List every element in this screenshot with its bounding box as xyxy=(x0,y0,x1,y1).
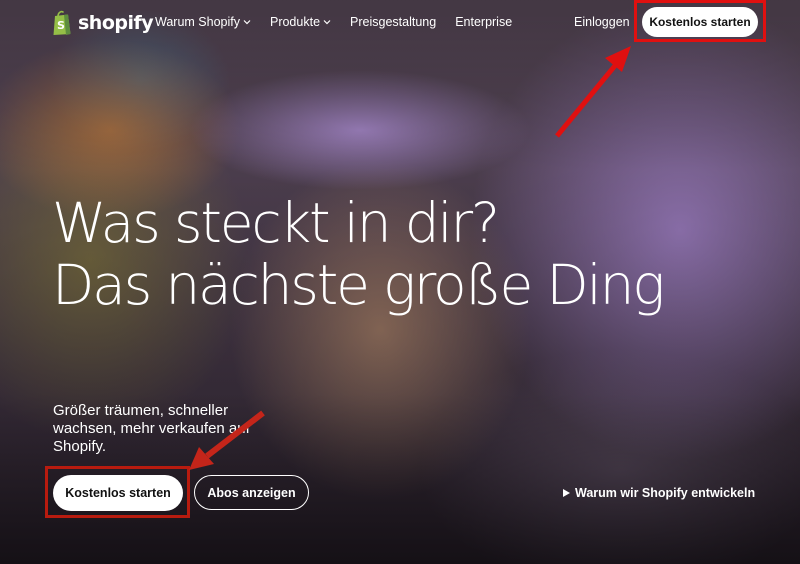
chevron-down-icon xyxy=(323,20,331,25)
nav-item-label: Produkte xyxy=(269,15,321,29)
chevron-down-icon xyxy=(243,20,251,25)
nav-item-produkte[interactable]: Produkte xyxy=(270,15,331,29)
headline-line-2: Das nächste große Ding xyxy=(52,253,665,317)
play-icon xyxy=(563,489,570,497)
why-shopify-video-link[interactable]: Warum wir Shopify entwickeln xyxy=(563,486,755,500)
start-free-button[interactable]: Kostenlos starten xyxy=(53,475,183,511)
nav-item-enterprise[interactable]: Enterprise xyxy=(455,15,512,29)
svg-text:S: S xyxy=(57,19,65,32)
view-plans-button[interactable]: Abos anzeigen xyxy=(194,475,309,510)
nav-item-label: Warum Shopify xyxy=(155,15,240,29)
nav-item-label: Enterprise xyxy=(455,15,513,29)
login-link[interactable]: Einloggen xyxy=(574,15,630,29)
video-link-label: Warum wir Shopify entwickeln xyxy=(575,486,756,500)
nav-item-preisgestaltung[interactable]: Preisgestaltung xyxy=(350,15,436,29)
top-navigation: S shopify Warum Shopify Produkte Preisge… xyxy=(0,0,800,46)
headline-line-1: Was steckt in dir? xyxy=(52,191,500,255)
start-free-button-header[interactable]: Kostenlos starten xyxy=(642,7,758,37)
hero-headline: Was steckt in dir? Das nächste große Din… xyxy=(52,191,665,317)
nav-item-label: Preisgestaltung xyxy=(350,15,437,29)
shopify-logo[interactable]: S shopify xyxy=(52,9,154,37)
shopify-bag-icon: S xyxy=(53,10,71,35)
hero-subtext: Größer träumen, schneller wachsen, mehr … xyxy=(53,402,250,455)
nav-item-warum-shopify[interactable]: Warum Shopify xyxy=(155,15,251,29)
logo-wordmark: shopify xyxy=(78,12,154,34)
main-menu: Warum Shopify Produkte Preisgestaltung E… xyxy=(155,15,531,29)
